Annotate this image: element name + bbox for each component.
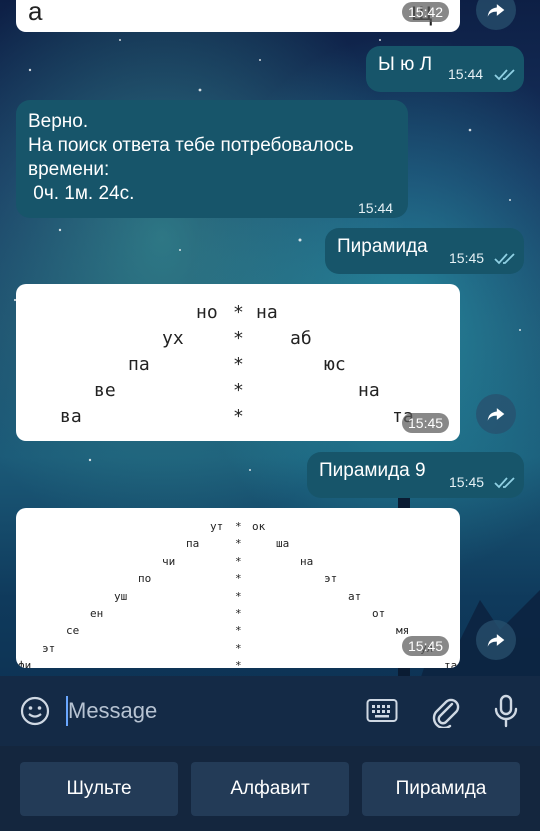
pyramid-word: на	[256, 302, 278, 323]
pyramid-center-star: *	[235, 659, 242, 668]
paperclip-icon[interactable]	[430, 694, 460, 728]
message-line: 0ч. 1м. 24с.	[28, 183, 135, 204]
pyramid-word: мя	[396, 624, 410, 638]
message-time: 15:45	[402, 413, 450, 433]
pyramid-word: на	[358, 380, 380, 401]
pyramid-center-star: *	[233, 302, 244, 323]
keyboard-button-schulte[interactable]: Шульте	[20, 762, 178, 816]
pyramid-center-star: *	[233, 354, 244, 375]
pyramid-word: по	[138, 572, 152, 586]
bot-keyboard: Шульте Алфавит Пирамида	[0, 746, 540, 831]
pyramid-word: ут	[210, 520, 224, 533]
forward-button[interactable]	[476, 620, 516, 660]
pyramid-word: эт	[324, 572, 338, 586]
pyramid-center-star: *	[235, 554, 242, 568]
pyramid-center-star: *	[233, 328, 244, 349]
message-time: 15:44	[358, 200, 394, 216]
pyramid-center-star: *	[235, 589, 242, 603]
double-check-icon	[494, 253, 515, 265]
pyramid-center-star: *	[235, 607, 242, 620]
pyramid-word: ва	[60, 406, 82, 427]
pyramid-card[interactable]: та*фиул*этмя*сеот*енат*ушэт*пона*чиша*па…	[16, 508, 460, 668]
forward-arrow-icon	[487, 408, 505, 421]
pyramid-center-star: *	[233, 380, 244, 401]
message-time: 15:45	[449, 474, 485, 490]
outgoing-message[interactable]: Ы ю Л 15:44	[366, 46, 524, 92]
message-time: 15:44	[448, 66, 484, 82]
microphone-icon[interactable]	[492, 694, 520, 728]
message-line: На поиск ответа тебе потребовалось	[28, 135, 354, 156]
chat-history[interactable]: а щ 15:42 Ы ю Л 15:44 Верно. На поиск от…	[0, 0, 540, 676]
pyramid-word: ок	[252, 520, 266, 533]
message-time: 15:45	[402, 636, 450, 656]
keyboard-button-alphabet[interactable]: Алфавит	[191, 762, 349, 816]
smile-icon[interactable]	[20, 696, 50, 726]
forward-button[interactable]	[476, 394, 516, 434]
pyramid-word: се	[66, 624, 80, 638]
forward-arrow-icon	[487, 634, 505, 647]
keyboard-icon[interactable]	[366, 698, 398, 724]
forward-arrow-icon	[487, 4, 505, 17]
pyramid-word: фи	[18, 659, 32, 668]
pyramid-center-star: *	[235, 624, 242, 638]
pyramid-word: па	[186, 537, 200, 551]
outgoing-message[interactable]: Пирамида 9 15:45	[307, 452, 524, 498]
outgoing-message[interactable]: Пирамида 15:45	[325, 228, 524, 274]
message-card-partial[interactable]: а щ 15:42	[16, 0, 460, 32]
pyramid-word: ве	[94, 380, 116, 401]
pyramid-word: от	[372, 607, 386, 620]
pyramid-word: но	[196, 302, 218, 323]
message-text: Пирамида 9	[319, 460, 426, 481]
pyramid-center-star: *	[235, 572, 242, 586]
pyramid-word: па	[128, 354, 150, 375]
message-input-bar: Message	[0, 676, 540, 746]
pyramid-word: чи	[162, 554, 176, 568]
keyboard-button-pyramid[interactable]: Пирамида	[362, 762, 520, 816]
pyramid-center-star: *	[235, 641, 242, 655]
pyramid-word: ух	[162, 328, 184, 349]
message-text: Ы ю Л	[378, 54, 433, 75]
pyramid-word: аб	[290, 328, 312, 349]
pyramid-word: ша	[276, 537, 290, 551]
forward-button[interactable]	[476, 0, 516, 30]
double-check-icon	[494, 69, 515, 81]
incoming-message[interactable]: Верно. На поиск ответа тебе потребовалос…	[16, 100, 408, 218]
pyramid-word: на	[300, 554, 314, 568]
message-time: 15:42	[402, 2, 450, 22]
pyramid-center-star: *	[233, 406, 244, 427]
pyramid-word: ат	[348, 589, 362, 603]
pyramid-word: уш	[114, 589, 128, 603]
pyramid-word: та	[444, 659, 458, 668]
message-line: Верно.	[28, 111, 89, 132]
pyramid-card[interactable]: та*вана*веюс*пааб*ухна*но 15:45	[16, 284, 460, 441]
message-time: 15:45	[449, 250, 485, 266]
pyramid-word: эт	[42, 641, 56, 655]
pyramid-word: ен	[90, 607, 104, 620]
pyramid-word: юс	[324, 354, 346, 375]
double-check-icon	[494, 477, 515, 489]
pyramid-center-star: *	[235, 537, 242, 551]
message-text: Пирамида	[337, 236, 428, 257]
message-input[interactable]: Message	[68, 698, 157, 724]
message-line: времени:	[28, 159, 110, 180]
pyramid-center-star: *	[235, 520, 242, 533]
card-text-left: а	[28, 0, 43, 26]
